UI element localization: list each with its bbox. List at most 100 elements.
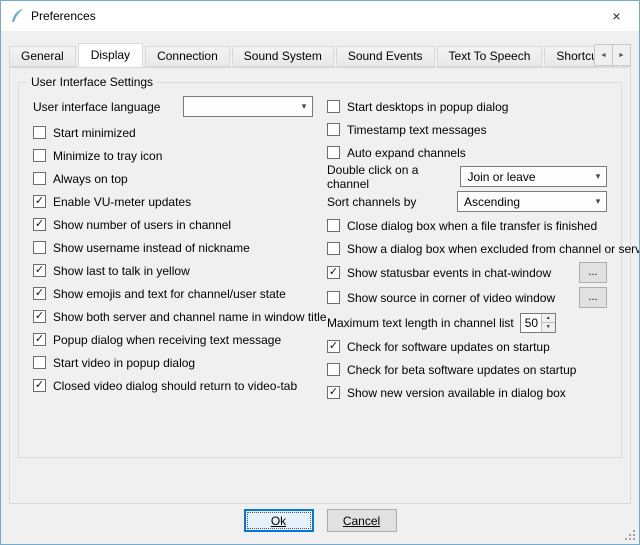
arrow-left-icon: ◄ (600, 52, 607, 59)
checkbox-row[interactable]: ✓ Show number of users in channel (33, 213, 313, 236)
checkbox-label: Show emojis and text for channel/user st… (53, 287, 286, 301)
statusbar-events-more-button[interactable]: ... (579, 262, 607, 283)
spin-down-button[interactable]: ▼ (542, 323, 555, 332)
statusbar-events-checkbox[interactable]: ✓ (327, 266, 340, 279)
checkbox-row[interactable]: ✓ Start minimized (33, 121, 313, 144)
double-click-row: Double click on a channel Join or leave … (327, 164, 607, 189)
checkbox-row[interactable]: ✓ Show username instead of nickname (33, 236, 313, 259)
check-icon: ✓ (329, 267, 338, 278)
checkbox[interactable]: ✓ (33, 195, 46, 208)
checkbox[interactable]: ✓ (33, 241, 46, 254)
right-checkbox-list-mid: ✓ Close dialog box when a file transfer … (327, 214, 607, 260)
arrow-up-icon: ▲ (546, 315, 551, 321)
arrow-down-icon: ▼ (546, 324, 551, 330)
checkbox-row[interactable]: ✓ Start desktops in popup dialog (327, 95, 607, 118)
checkbox-label: Close dialog box when a file transfer is… (347, 219, 597, 233)
tab[interactable]: Text To Speech (437, 46, 543, 67)
checkbox[interactable]: ✓ (327, 100, 340, 113)
spinner-buttons: ▲ ▼ (541, 314, 555, 332)
tab[interactable]: Display (78, 43, 143, 67)
video-source-more-button[interactable]: ... (579, 287, 607, 308)
checkbox[interactable]: ✓ (327, 219, 340, 232)
checkbox[interactable]: ✓ (327, 340, 340, 353)
chevron-down-icon: ▾ (590, 171, 606, 182)
checkbox[interactable]: ✓ (33, 356, 46, 369)
checkbox[interactable]: ✓ (327, 386, 340, 399)
tab-pane-display: User Interface Settings User interface l… (9, 67, 631, 504)
checkbox-label: Enable VU-meter updates (53, 195, 191, 209)
language-select[interactable]: ▾ (183, 96, 313, 117)
tab-scroll-left-button[interactable]: ◄ (594, 44, 613, 66)
checkbox-row[interactable]: ✓ Show last to talk in yellow (33, 259, 313, 282)
checkbox-row[interactable]: ✓ Show emojis and text for channel/user … (33, 282, 313, 305)
video-source-label: Show source in corner of video window (347, 291, 555, 305)
checkbox-label: Start desktops in popup dialog (347, 100, 508, 114)
checkbox[interactable]: ✓ (33, 126, 46, 139)
cancel-button[interactable]: Cancel (327, 509, 397, 532)
checkbox[interactable]: ✓ (327, 123, 340, 136)
checkbox-label: Show both server and channel name in win… (53, 310, 327, 324)
checkbox[interactable]: ✓ (327, 146, 340, 159)
checkbox-row[interactable]: ✓ Check for beta software updates on sta… (327, 358, 607, 381)
spin-up-button[interactable]: ▲ (542, 314, 555, 324)
checkbox[interactable]: ✓ (33, 333, 46, 346)
checkbox-row[interactable]: ✓ Auto expand channels (327, 141, 607, 164)
video-source-checkbox[interactable]: ✓ (327, 291, 340, 304)
checkbox[interactable]: ✓ (33, 310, 46, 323)
checkbox-row[interactable]: ✓ Enable VU-meter updates (33, 190, 313, 213)
app-icon (9, 8, 25, 24)
sort-channels-select[interactable]: Ascending ▾ (457, 191, 607, 212)
checkbox[interactable]: ✓ (33, 264, 46, 277)
tab[interactable]: Sound Events (336, 46, 435, 67)
tab[interactable]: General (9, 46, 76, 67)
sort-channels-value: Ascending (464, 195, 520, 209)
chevron-down-icon: ▾ (590, 196, 606, 207)
preferences-window: Preferences × ◄ ► General Display Connec… (0, 0, 640, 545)
checkbox[interactable]: ✓ (327, 242, 340, 255)
checkbox-row[interactable]: ✓ Show both server and channel name in w… (33, 305, 313, 328)
double-click-select[interactable]: Join or leave ▾ (460, 166, 607, 187)
group-title: User Interface Settings (27, 75, 157, 89)
checkbox-row[interactable]: ✓ Popup dialog when receiving text messa… (33, 328, 313, 351)
checkbox-row[interactable]: ✓ Closed video dialog should return to v… (33, 374, 313, 397)
checkbox-row[interactable]: ✓ Show a dialog box when excluded from c… (327, 237, 607, 260)
arrow-right-icon: ► (618, 52, 625, 59)
check-icon: ✓ (35, 196, 44, 207)
statusbar-events-row[interactable]: ✓ Show statusbar events in chat-window .… (327, 260, 607, 285)
checkbox-row[interactable]: ✓ Start video in popup dialog (33, 351, 313, 374)
video-source-row[interactable]: ✓ Show source in corner of video window … (327, 285, 607, 310)
max-text-length-spinner[interactable]: 50 ▲ ▼ (520, 313, 556, 333)
tab-scroll-right-button[interactable]: ► (612, 44, 631, 66)
checkbox-row[interactable]: ✓ Always on top (33, 167, 313, 190)
left-checkbox-list: ✓ Start minimized ✓ Minimize to tray ico… (33, 121, 313, 397)
checkbox-label: Show new version available in dialog box (347, 386, 566, 400)
ok-button[interactable]: Ok (244, 509, 314, 532)
tab[interactable]: Sound System (232, 46, 334, 67)
checkbox-label: Start minimized (53, 126, 136, 140)
checkbox-label: Popup dialog when receiving text message (53, 333, 281, 347)
checkbox-label: Check for beta software updates on start… (347, 363, 576, 377)
check-icon: ✓ (35, 265, 44, 276)
right-checkbox-list-bottom: ✓ Check for software updates on startup … (327, 335, 607, 404)
right-checkbox-list-top: ✓ Start desktops in popup dialog ✓ Times… (327, 95, 607, 164)
checkbox[interactable]: ✓ (33, 172, 46, 185)
checkbox-label: Auto expand channels (347, 146, 466, 160)
checkbox[interactable]: ✓ (33, 149, 46, 162)
tab[interactable]: Connection (145, 46, 230, 67)
checkbox-row[interactable]: ✓ Close dialog box when a file transfer … (327, 214, 607, 237)
double-click-label: Double click on a channel (327, 163, 460, 191)
checkbox[interactable]: ✓ (33, 287, 46, 300)
check-icon: ✓ (35, 288, 44, 299)
max-text-length-value: 50 (521, 314, 541, 332)
checkbox-label: Closed video dialog should return to vid… (53, 379, 297, 393)
checkbox-row[interactable]: ✓ Minimize to tray icon (33, 144, 313, 167)
close-button[interactable]: × (594, 1, 639, 31)
resize-grip[interactable] (624, 529, 637, 542)
checkbox-row[interactable]: ✓ Check for software updates on startup (327, 335, 607, 358)
checkbox[interactable]: ✓ (327, 363, 340, 376)
checkbox[interactable]: ✓ (33, 379, 46, 392)
checkbox-label: Always on top (53, 172, 128, 186)
checkbox-row[interactable]: ✓ Timestamp text messages (327, 118, 607, 141)
checkbox-row[interactable]: ✓ Show new version available in dialog b… (327, 381, 607, 404)
checkbox[interactable]: ✓ (33, 218, 46, 231)
